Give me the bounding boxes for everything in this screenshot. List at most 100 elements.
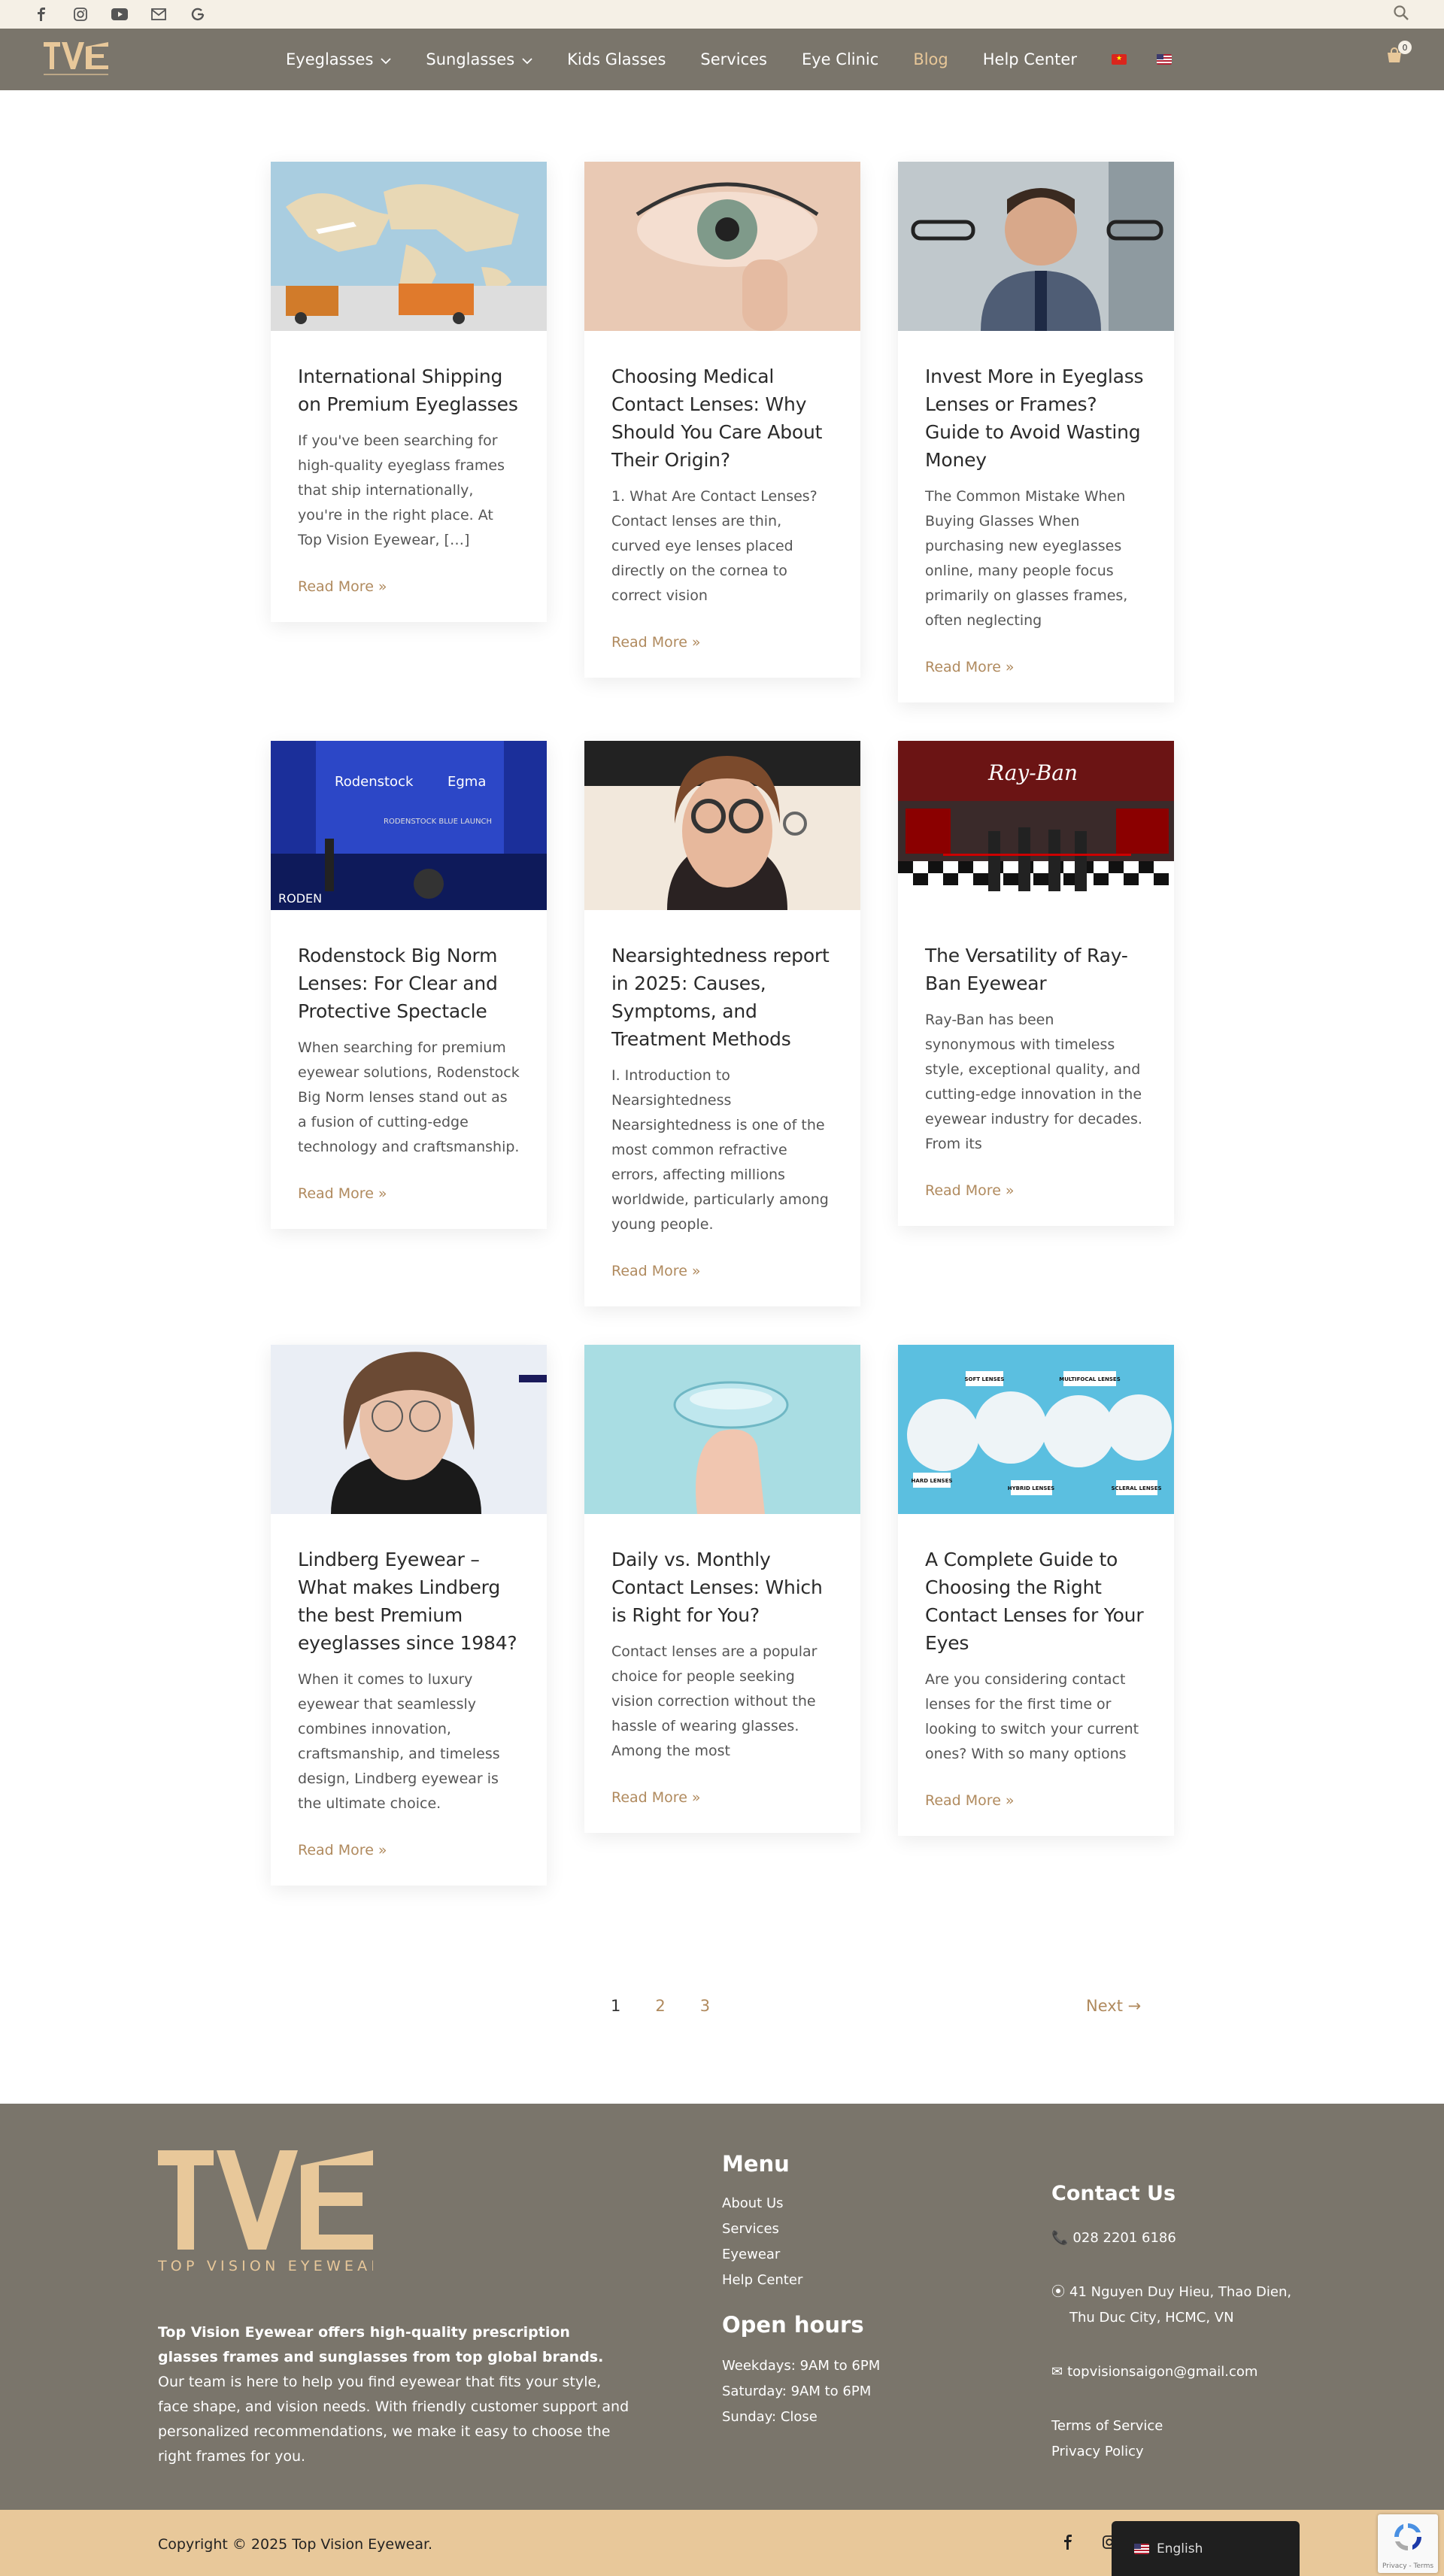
footer-menu-link[interactable]: Eyewear [722,2242,880,2268]
post-title[interactable]: Choosing Medical Contact Lenses: Why Sho… [611,363,833,474]
footer-menu-link[interactable]: About Us [722,2191,880,2216]
lens-types-image[interactable]: SOFT LENSES MULTIFOCAL LENSES HARD LENSES H… [898,1345,1174,1514]
footer-hours-item: Saturday: 9AM to 6PM [722,2383,872,2399]
cart-count-badge: 0 [1398,41,1412,54]
next-page-link[interactable]: Next → [1086,1997,1141,2015]
post-title[interactable]: Invest More in Eyeglass Lenses or Frames… [925,363,1147,474]
shipping-map-image[interactable] [271,162,547,331]
footer-phone[interactable]: 📞 028 2201 6186 [1051,2226,1292,2251]
nav-item-label: Services [700,50,767,68]
cart-button[interactable]: 0 [1385,41,1412,66]
lindberg-model-image[interactable] [271,1345,547,1514]
blog-post-card: SOFT LENSES MULTIFOCAL LENSES HARD LENSES H… [898,1345,1174,1836]
nav-item-label: Sunglasses [426,50,515,68]
read-more-link[interactable]: Read More » [611,1263,833,1279]
post-excerpt: The Common Mistake When Buying Glasses W… [925,488,1128,629]
read-more-link[interactable]: Read More » [925,1182,1147,1199]
contact-lens-finger-image[interactable] [584,1345,860,1514]
language-switcher[interactable]: English [1112,2521,1300,2576]
post-excerpt: When it comes to luxury eyewear that sea… [298,1671,500,1812]
instagram-icon[interactable] [72,6,89,23]
footer-hours-title: Open hours [722,2312,864,2338]
search-icon[interactable] [1393,5,1411,23]
nav-item-kids-glasses[interactable]: Kids Glasses [567,50,666,68]
post-excerpt: Contact lenses are a popular choice for … [611,1643,818,1759]
page-number-3[interactable]: 3 [700,1997,710,2015]
blog-post-card: Invest More in Eyeglass Lenses or Frames… [898,162,1174,702]
lens-label-multifocal: MULTIFOCAL LENSES [1059,1376,1120,1382]
man-eyeglasses-image[interactable] [898,162,1174,331]
page-number-1[interactable]: 1 [611,1997,620,2015]
blog-post-card: Rodenstock Egma RODENSTOCK BLUE LAUNCH RODE… [271,741,547,1229]
chevron-down-icon [522,50,532,68]
footer-logo-text: TOP VISION EYEWEAR [158,2258,373,2274]
post-title[interactable]: Lindberg Eyewear – What makes Lindberg t… [298,1546,520,1657]
mail-icon: ✉ [1051,2364,1063,2380]
facebook-icon[interactable] [1063,2535,1072,2553]
contact-lens-eye-image[interactable] [584,162,860,331]
footer-menu-column: Menu About Us Services Eyewear Help Center … [722,2149,880,2430]
footer: TOP VISION EYEWEAR Top Vision Eyewear of… [0,2104,1444,2510]
rodenstock-launch-image[interactable]: Rodenstock Egma RODENSTOCK BLUE LAUNCH RODE… [271,741,547,910]
footer-menu-link[interactable]: Services [722,2216,880,2242]
us-flag-icon [1134,2543,1149,2554]
banner-text: RODENSTOCK BLUE LAUNCH [384,818,492,826]
read-more-link[interactable]: Read More » [298,578,520,595]
phone-icon: 📞 [1051,2230,1069,2246]
rayban-logo-text: Ray-Ban [987,760,1078,785]
footer-contact-title: Contact Us [1051,2182,1176,2205]
nav-item-help-center[interactable]: Help Center [983,50,1077,68]
nav-item-sunglasses[interactable]: Sunglasses [426,50,532,68]
post-title[interactable]: The Versatility of Ray-Ban Eyewear [925,942,1147,997]
footer-address: ⦿ 41 Nguyen Duy Hieu, Thao Dien, Thu Duc … [1051,2280,1292,2331]
post-excerpt: I. Introduction to Nearsightedness Nears… [611,1067,829,1233]
post-excerpt: Are you considering contact lenses for t… [925,1671,1139,1762]
read-more-link[interactable]: Read More » [611,634,833,651]
nav-item-blog[interactable]: Blog [913,50,948,68]
post-excerpt: If you've been searching for high-qualit… [298,432,505,548]
main-nav: Eyeglasses Sunglasses Kids Glasses Services… [0,29,1444,90]
nav-item-eye-clinic[interactable]: Eye Clinic [802,50,878,68]
rayban-store-image[interactable]: Ray-Ban [898,741,1174,910]
read-more-link[interactable]: Read More » [298,1842,520,1858]
post-title[interactable]: A Complete Guide to Choosing the Right C… [925,1546,1147,1657]
nav-item-label: Eye Clinic [801,50,879,68]
english-flag-icon[interactable] [1156,54,1172,65]
post-title[interactable]: Rodenstock Big Norm Lenses: For Clear an… [298,942,520,1025]
footer-legal-link[interactable]: Privacy Policy [1051,2439,1292,2465]
rodenstock-corner-text: RODEN [278,891,322,906]
footer-menu-link[interactable]: Help Center [722,2268,880,2293]
rodenstock-brand-text: Rodenstock [335,774,414,790]
vietnamese-flag-icon[interactable] [1111,54,1127,65]
footer-legal-link[interactable]: Terms of Service [1051,2414,1292,2439]
post-title[interactable]: Nearsightedness report in 2025: Causes, … [611,942,833,1053]
blog-post-card: Ray-Ban The Versatility of Ray-Ban Eyewe… [898,741,1174,1226]
youtube-icon[interactable] [111,6,128,23]
lens-label-hybrid: HYBRID LENSES [1008,1485,1054,1491]
post-excerpt: When searching for premium eyewear solut… [298,1039,520,1155]
recaptcha-badge[interactable]: Privacy - Terms [1378,2514,1438,2573]
footer-menu-title: Menu [722,2151,790,2177]
footer-contact-column: Contact Us 📞 028 2201 6186 ⦿ 41 Nguyen Duy… [1051,2179,1292,2465]
post-excerpt: 1. What Are Contact Lenses? Contact lens… [611,488,818,604]
nav-item-eyeglasses[interactable]: Eyeglasses [286,50,392,68]
nav-item-services[interactable]: Services [700,50,767,68]
post-title[interactable]: International Shipping on Premium Eyegla… [298,363,520,418]
page-number-2[interactable]: 2 [655,1997,665,2015]
facebook-icon[interactable] [33,6,50,23]
read-more-link[interactable]: Read More » [298,1185,520,1202]
footer-email[interactable]: ✉ topvisionsaigon@gmail.com [1051,2359,1292,2385]
read-more-link[interactable]: Read More » [925,1792,1147,1809]
mail-icon[interactable] [150,6,167,23]
read-more-link[interactable]: Read More » [611,1789,833,1806]
copyright-text: Copyright © 2025 Top Vision Eyewear. [158,2536,433,2553]
nav-menu: Eyeglasses Sunglasses Kids Glasses Services… [286,29,1202,90]
lens-label-hard: HARD LENSES [912,1478,953,1484]
site-logo[interactable] [42,39,110,80]
read-more-link[interactable]: Read More » [925,659,1147,675]
blog-post-card: Choosing Medical Contact Lenses: Why Sho… [584,162,860,678]
post-title[interactable]: Daily vs. Monthly Contact Lenses: Which … [611,1546,833,1629]
lens-label-scleral: SCLERAL LENSES [1111,1485,1161,1491]
eye-exam-image[interactable] [584,741,860,910]
google-icon[interactable] [190,6,206,23]
